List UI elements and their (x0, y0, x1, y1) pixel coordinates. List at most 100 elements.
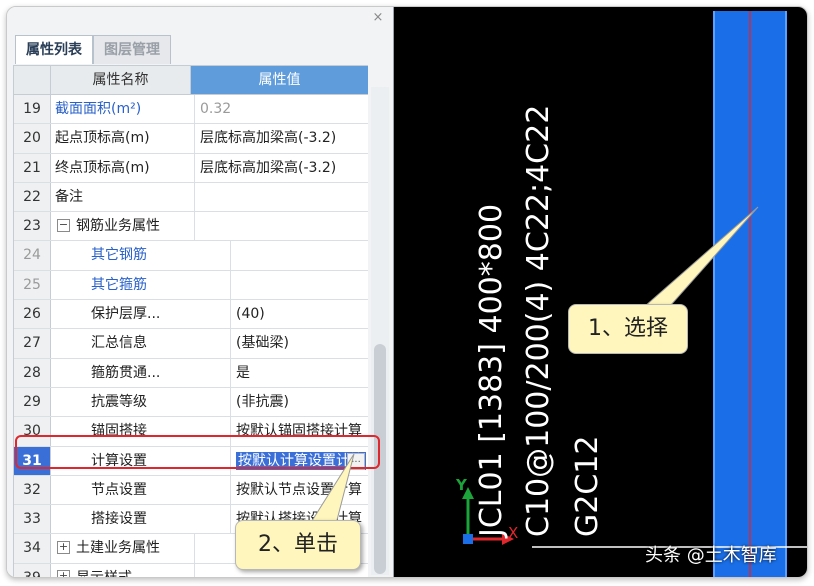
property-value[interactable] (195, 183, 368, 211)
table-row[interactable]: 31 计算设置 按默认计算设置计算... (14, 446, 368, 476)
row-number: 34 (14, 534, 51, 563)
property-value[interactable]: 层底标高加梁高(-3.2) (195, 154, 368, 182)
property-value[interactable] (195, 212, 368, 240)
row-number: 29 (14, 387, 51, 417)
row-number: 23 (14, 212, 51, 241)
screenshot-frame: × 属性列表 图层管理 属性名称 属性值 19 截面面积(m²) 0.32 20 起点顶… (6, 6, 808, 578)
scroll-thumb[interactable] (374, 344, 386, 574)
property-value[interactable]: (非抗震) (231, 388, 368, 416)
table-row[interactable]: 28 箍筋贯通... 是 (14, 358, 368, 388)
property-value-text: 层底标高加梁高(-3.2) (200, 130, 337, 147)
property-name: 保护层厚... (51, 300, 231, 329)
property-name-text: 终点顶标高(m) (55, 159, 150, 176)
callout-click: 2、单击 (235, 520, 361, 570)
property-value[interactable]: 按默认锚固搭接计算 (231, 417, 368, 445)
property-name: 其它钢筋 (51, 241, 231, 270)
property-value[interactable]: (基础梁) (231, 329, 368, 357)
axis-origin (463, 534, 473, 544)
property-name-text: 计算设置 (91, 452, 147, 469)
property-name: + 土建业务属性 (51, 534, 195, 563)
table-row[interactable]: 19 截面面积(m²) 0.32 (14, 95, 368, 125)
row-number: 20 (14, 124, 51, 153)
row-number: 25 (14, 270, 51, 300)
property-value[interactable]: (40) (231, 300, 368, 328)
table-row[interactable]: 27 汇总信息 (基础梁) (14, 329, 368, 359)
row-number: 24 (14, 241, 51, 270)
property-name-text: 备注 (55, 188, 83, 205)
property-value-text: 是 (236, 364, 250, 381)
table-row[interactable]: 25 其它箍筋 (14, 270, 368, 301)
property-value-text: 0.32 (200, 101, 232, 117)
row-number: 27 (14, 329, 51, 358)
property-value[interactable] (231, 271, 368, 299)
property-name-text: 钢筋业务属性 (76, 218, 160, 235)
table-row[interactable]: 30 锚固搭接 按默认锚固搭接计算 (14, 417, 368, 447)
grid-header: 属性名称 属性值 (14, 66, 368, 95)
row-number: 32 (14, 475, 51, 505)
property-name-text: 保护层厚... (91, 306, 161, 323)
tab-layer-manager[interactable]: 图层管理 (93, 35, 171, 64)
property-value-text: 按默认锚固搭接计算 (236, 423, 362, 440)
close-icon[interactable]: × (371, 11, 385, 25)
row-number: 31 (14, 446, 51, 475)
column-header-name: 属性名称 (51, 66, 191, 94)
beam-label-line-3: G2C12 (570, 435, 605, 537)
property-name: 搭接设置 (51, 505, 231, 534)
property-name: 截面面积(m²) (51, 95, 195, 124)
property-name: 节点设置 (51, 475, 231, 505)
watermark: 头条 @土木智库 (645, 545, 777, 566)
vertical-scrollbar[interactable] (371, 87, 389, 575)
property-value-text: 层底标高加梁高(-3.2) (200, 159, 337, 176)
table-row[interactable]: 24 其它钢筋 (14, 241, 368, 271)
property-value[interactable]: 层底标高加梁高(-3.2) (195, 124, 368, 152)
panel-tabs: 属性列表 图层管理 (15, 35, 171, 64)
property-name: + 显示样式 (51, 563, 195, 577)
row-number: 22 (14, 182, 51, 212)
property-name-text: 箍筋贯通... (91, 364, 161, 381)
property-value-text: (非抗震) (236, 393, 289, 410)
table-row[interactable]: 21 终点顶标高(m) 层底标高加梁高(-3.2) (14, 153, 368, 183)
table-row[interactable]: 23− 钢筋业务属性 (14, 212, 368, 242)
property-name-text: 土建业务属性 (76, 540, 160, 557)
collapse-icon[interactable]: − (57, 218, 70, 232)
column-header-value: 属性值 (191, 66, 368, 94)
property-name: 其它箍筋 (51, 270, 231, 300)
row-number: 28 (14, 358, 51, 387)
expand-icon[interactable]: + (57, 540, 70, 554)
property-name-text: 其它箍筋 (91, 276, 147, 293)
callout-select: 1、选择 (568, 304, 688, 354)
axis-y-label: Y (456, 476, 467, 494)
table-row[interactable]: 26 保护层厚... (40) (14, 300, 368, 330)
row-number-header (14, 66, 51, 94)
table-row[interactable]: 20 起点顶标高(m) 层底标高加梁高(-3.2) (14, 124, 368, 154)
row-number: 21 (14, 153, 51, 182)
property-name-text: 其它钢筋 (91, 247, 147, 264)
property-value[interactable]: 按默认节点设置计算 (231, 476, 368, 504)
row-number: 30 (14, 417, 51, 446)
row-number: 26 (14, 300, 51, 329)
row-number: 33 (14, 505, 51, 534)
property-value[interactable]: 0.32 (195, 95, 368, 123)
property-name: 箍筋贯通... (51, 358, 231, 387)
table-row[interactable]: 29 抗震等级 (非抗震) (14, 387, 368, 418)
property-value[interactable] (231, 241, 368, 269)
property-name: 汇总信息 (51, 329, 231, 358)
property-name-text: 节点设置 (91, 481, 147, 498)
expand-icon[interactable]: + (57, 570, 70, 577)
property-value-text: (基础梁) (236, 335, 289, 352)
property-name: 抗震等级 (51, 387, 231, 417)
property-value[interactable]: 按默认计算设置计算... (231, 446, 368, 475)
property-name-text: 锚固搭接 (91, 423, 147, 440)
table-row[interactable]: 22 备注 (14, 182, 368, 213)
property-name: 锚固搭接 (51, 417, 231, 446)
property-value-text: (40) (236, 306, 265, 323)
more-options-button[interactable]: ... (347, 452, 365, 470)
property-panel: × 属性列表 图层管理 属性名称 属性值 19 截面面积(m²) 0.32 20 起点顶… (7, 7, 394, 577)
property-name: 计算设置 (51, 446, 231, 475)
property-value[interactable]: 是 (231, 359, 368, 387)
property-name: 终点顶标高(m) (51, 153, 195, 182)
tab-property-list[interactable]: 属性列表 (15, 35, 93, 64)
table-row[interactable]: 32 节点设置 按默认节点设置计算 (14, 475, 368, 506)
property-name-text: 截面面积(m²) (55, 101, 142, 117)
property-name-text: 起点顶标高(m) (55, 130, 150, 147)
